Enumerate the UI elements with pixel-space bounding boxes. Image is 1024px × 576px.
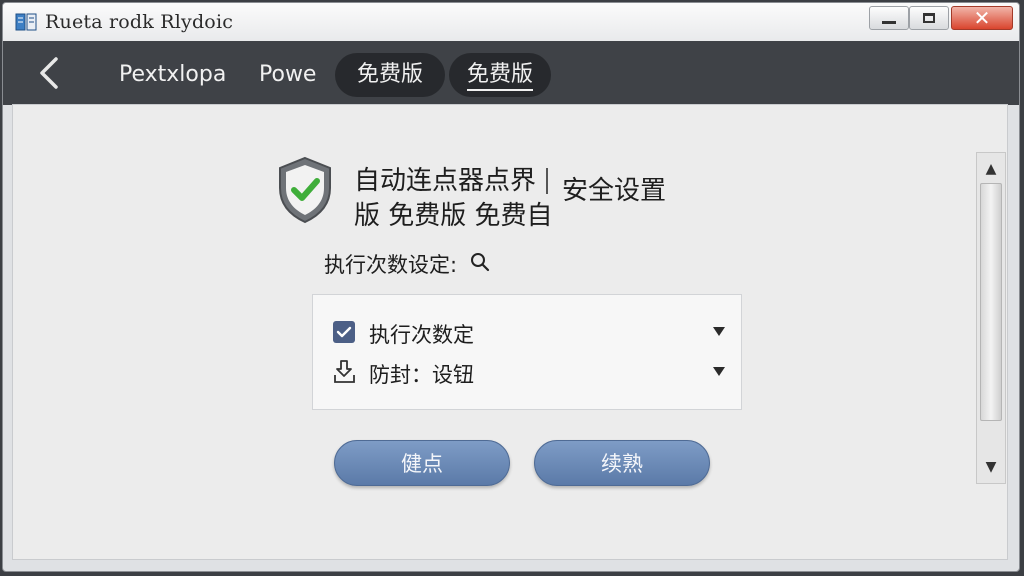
title-bar[interactable]: Rueta rodk Rlydoic ✕ xyxy=(3,3,1019,42)
download-icon xyxy=(334,360,355,383)
execution-count-option-label: 执行次数定 xyxy=(369,323,474,347)
heading-divider xyxy=(546,168,548,194)
maximize-button[interactable] xyxy=(909,6,949,30)
chevron-down-icon[interactable] xyxy=(713,327,725,336)
scroll-up-icon[interactable]: ▲ xyxy=(977,155,1005,183)
close-button[interactable]: ✕ xyxy=(951,6,1013,30)
minimize-button[interactable] xyxy=(869,6,909,30)
settings-panel: 执行次数定 防封：设钮 xyxy=(312,294,742,410)
execution-count-row[interactable]: 执行次数定 xyxy=(333,317,725,349)
chevron-left-icon xyxy=(40,57,58,89)
security-settings-title: 安全设置 xyxy=(562,176,667,206)
scrollbar-thumb[interactable] xyxy=(980,183,1002,421)
tab-free-version[interactable]: 免费版 xyxy=(335,53,446,97)
maximize-icon xyxy=(923,13,935,23)
secondary-action-button[interactable]: 续熟 xyxy=(534,440,710,486)
top-nav-bar: Pextxlopa Powe 免费版 免费版 xyxy=(3,41,1019,105)
window-title: Rueta rodk Rlydoic xyxy=(45,11,234,33)
vertical-scrollbar[interactable]: ▲ ▼ xyxy=(976,152,1006,484)
anti-ban-option-label: 防封：设钮 xyxy=(369,363,474,387)
scroll-down-icon[interactable]: ▼ xyxy=(977,453,1005,481)
close-icon: ✕ xyxy=(973,6,991,30)
chevron-down-icon[interactable] xyxy=(713,367,725,376)
shield-check-icon xyxy=(279,156,331,224)
tab-powe[interactable]: Powe xyxy=(239,53,336,97)
tab-pextxlopa[interactable]: Pextxlopa xyxy=(99,53,246,97)
page-heading-line1: 自动连点器点界 xyxy=(354,166,537,196)
page-heading-line2: 版 免费版 免费自 xyxy=(354,201,553,231)
primary-action-button[interactable]: 健点 xyxy=(334,440,510,486)
minimize-icon xyxy=(882,20,896,24)
search-icon[interactable] xyxy=(470,252,490,272)
tab-free-version-active[interactable]: 免费版 xyxy=(449,53,552,97)
anti-ban-row[interactable]: 防封：设钮 xyxy=(333,357,725,389)
back-button[interactable] xyxy=(29,53,69,93)
app-icon xyxy=(15,13,37,31)
checkbox-checked-icon[interactable] xyxy=(333,321,355,343)
execution-count-label: 执行次数设定: xyxy=(324,253,458,277)
tab-free-version-active-label: 免费版 xyxy=(467,62,534,91)
